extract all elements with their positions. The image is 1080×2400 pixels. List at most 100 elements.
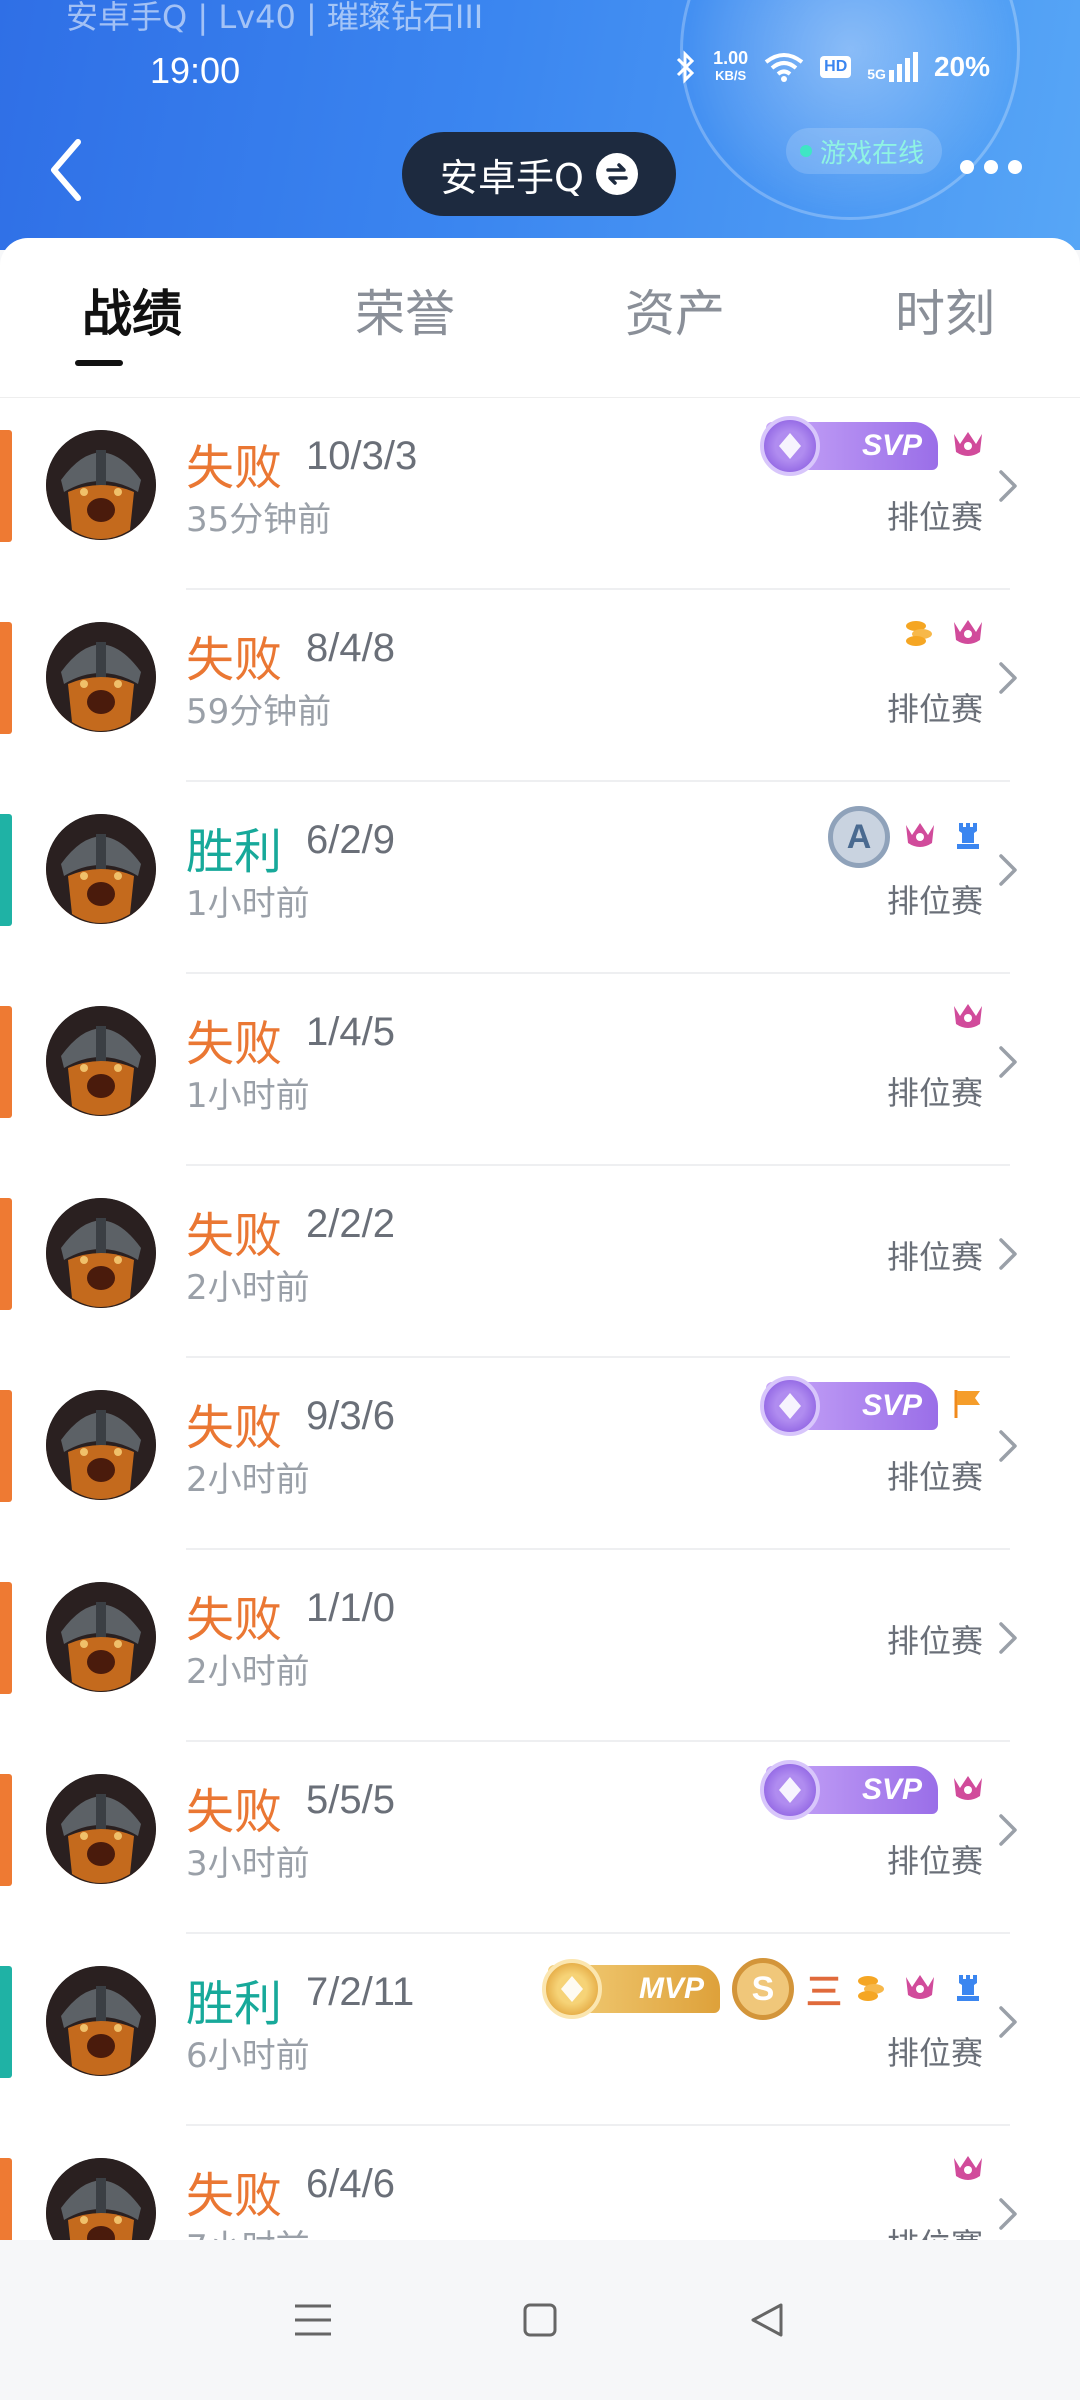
hero-avatar [46, 1006, 156, 1116]
grade-a-badge: A [828, 806, 890, 868]
back-triangle-icon [751, 2303, 783, 2337]
match-row[interactable]: 失败 1/1/0 2小时前 排位赛 [0, 1550, 1080, 1742]
match-result: 胜利 [186, 1976, 283, 2032]
match-row[interactable]: 失败 9/3/6 2小时前 排位赛 SVP [0, 1358, 1080, 1550]
tower-icon [950, 1969, 986, 2009]
back-button[interactable] [40, 130, 100, 210]
hero-avatar [46, 1390, 156, 1500]
flag-icon [950, 1386, 986, 1426]
match-time: 2小时前 [186, 1460, 310, 1500]
crown-icon [950, 426, 986, 466]
account-switcher[interactable]: 安卓手Q [402, 132, 676, 216]
match-result: 失败 [186, 1784, 283, 1840]
triple-kill-badge: 三 [805, 1971, 842, 2012]
match-badges [950, 2150, 986, 2190]
battery-level: 20% [933, 51, 990, 82]
hero-avatar [46, 430, 156, 540]
match-result: 失败 [186, 632, 283, 688]
more-dot-icon [984, 160, 998, 174]
chevron-right-icon [996, 466, 1020, 506]
match-mode: 排位赛 [886, 2034, 983, 2072]
online-dot-icon [800, 145, 812, 157]
match-badges [902, 614, 986, 654]
match-kda: 9/3/6 [306, 1394, 395, 1438]
tab-record[interactable]: 战绩 [0, 274, 270, 346]
hd-badge: HD [820, 56, 852, 78]
network-speed-value: 1.00 [713, 48, 749, 68]
match-row[interactable]: 失败 1/4/5 1小时前 排位赛 [0, 974, 1080, 1166]
back-nav-button[interactable] [737, 2290, 797, 2350]
match-mode: 排位赛 [886, 1458, 983, 1496]
more-dot-icon [1008, 160, 1022, 174]
more-button[interactable] [960, 160, 1022, 174]
match-mode: 排位赛 [887, 2220, 983, 2240]
svp-badge: SVP [760, 416, 938, 476]
network-type: 5G [867, 66, 886, 82]
chevron-right-icon [996, 1042, 1020, 1082]
coins-icon [854, 1969, 890, 2009]
match-time: 7小时前 [186, 2220, 310, 2240]
match-badges: SVP [760, 1760, 986, 1820]
online-status-label: 游戏在线 [820, 138, 925, 169]
chevron-right-icon [996, 850, 1020, 890]
match-mode: 排位赛 [886, 1074, 983, 1112]
match-time: 2小时前 [186, 1268, 310, 1308]
match-kda: 1/1/0 [306, 1586, 395, 1630]
chevron-right-icon [996, 2002, 1020, 2042]
match-kda: 2/2/2 [306, 1202, 395, 1246]
match-row[interactable]: 失败 8/4/8 59分钟前 排位赛 [0, 590, 1080, 782]
grade-s-badge: S [731, 1958, 794, 2020]
header: 安卓手Q | Lv40 | 璀璨钻石III 19:00 1.00 KB/S HD… [0, 0, 1080, 250]
match-kda: 10/3/3 [306, 434, 418, 478]
crown-icon [950, 2150, 986, 2190]
profile-summary: 安卓手Q | Lv40 | 璀璨钻石III [66, 0, 484, 36]
match-time: 1小时前 [186, 1076, 310, 1116]
match-kda: 6/4/6 [306, 2162, 395, 2206]
match-kda: 8/4/8 [306, 626, 395, 670]
match-time: 2小时前 [186, 1652, 310, 1692]
match-row[interactable]: 胜利 6/2/9 1小时前 排位赛 A [0, 782, 1080, 974]
svp-label: SVP [861, 429, 922, 462]
swap-icon [595, 153, 638, 195]
match-result: 失败 [186, 440, 283, 496]
result-indicator-bar [0, 622, 12, 734]
svp-label: SVP [861, 1773, 922, 1806]
svp-gem-icon [760, 1760, 820, 1820]
crown-icon [902, 1969, 938, 2009]
match-list: 失败 10/3/3 35分钟前 排位赛 SVP 失败 8/4/8 59分钟前 排位赛 胜利 6/2/… [0, 398, 1080, 2240]
home-nav-button[interactable] [510, 2290, 570, 2350]
match-row[interactable]: 失败 5/5/5 3小时前 排位赛 SVP [0, 1742, 1080, 1934]
match-time: 6小时前 [186, 2036, 310, 2076]
home-square-icon [523, 2303, 557, 2337]
hero-avatar [46, 1198, 156, 1308]
match-badges: MVP S 三 [541, 1958, 986, 2020]
svp-gem-icon [760, 416, 820, 476]
result-indicator-bar [0, 1966, 12, 2078]
match-row[interactable]: 失败 10/3/3 35分钟前 排位赛 SVP [0, 398, 1080, 590]
tab-honor[interactable]: 荣誉 [270, 274, 540, 346]
result-indicator-bar [0, 1582, 12, 1694]
result-indicator-bar [0, 2158, 12, 2240]
back-arrow-icon [51, 139, 81, 201]
menu-nav-button[interactable] [283, 2290, 343, 2350]
match-row[interactable]: 失败 6/4/6 7小时前 排位赛 [0, 2126, 1080, 2240]
tab-moments[interactable]: 时刻 [810, 274, 1080, 346]
match-row[interactable]: 胜利 7/2/11 6小时前 排位赛 MVP S 三 [0, 1934, 1080, 2126]
match-row[interactable]: 失败 2/2/2 2小时前 排位赛 [0, 1166, 1080, 1358]
match-result: 失败 [186, 1016, 283, 1072]
tab-bar: 战绩 荣誉 资产 时刻 [0, 238, 1080, 398]
tab-assets[interactable]: 资产 [540, 274, 810, 346]
network-speed: 1.00 KB/S [713, 48, 749, 84]
match-kda: 5/5/5 [306, 1778, 395, 1822]
more-dot-icon [960, 160, 974, 174]
header-decoration [680, 0, 1020, 220]
crown-icon [950, 998, 986, 1038]
match-result: 失败 [186, 1208, 283, 1264]
hero-avatar [46, 1582, 156, 1692]
result-indicator-bar [0, 430, 12, 542]
match-time: 59分钟前 [186, 692, 332, 732]
result-indicator-bar [0, 1198, 12, 1310]
hero-avatar [46, 1774, 156, 1884]
match-mode: 排位赛 [886, 1842, 983, 1880]
tower-icon [950, 817, 986, 857]
